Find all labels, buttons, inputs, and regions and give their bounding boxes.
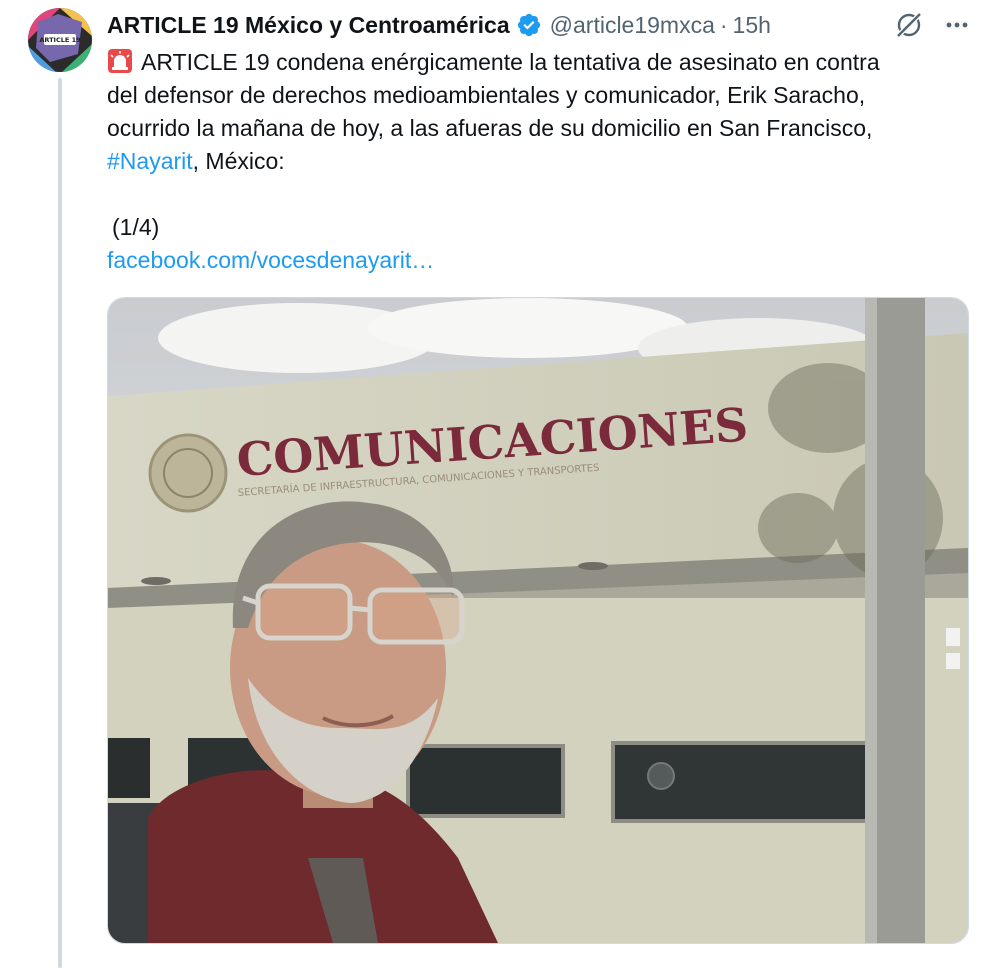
post-text-line-4: , México:: [192, 148, 285, 174]
post-text-line-1: ARTICLE 19 condena enérgicamente la tent…: [141, 49, 880, 75]
tweet-actions: [894, 10, 970, 40]
tweet[interactable]: ARTICLE 19 ARTICLE 19 México y Centroamé…: [0, 0, 1000, 968]
rotating-light-icon: [108, 49, 132, 73]
photo-selfie: COMUNICACIONES SECRETARÍA DE INFRAESTRUC…: [108, 298, 968, 943]
verified-badge-icon: [517, 13, 540, 37]
thread-line: [58, 78, 62, 968]
tweet-header: ARTICLE 19 México y Centroamérica @artic…: [107, 10, 987, 40]
avatar-label: ARTICLE 19: [39, 36, 81, 44]
author-handle[interactable]: @article19mxca: [550, 12, 715, 39]
avatar[interactable]: ARTICLE 19: [28, 8, 92, 72]
text-line-1: ARTICLE 19 condena enérgicamente la tent…: [107, 46, 977, 79]
tweet-text: ARTICLE 19 condena enérgicamente la tent…: [107, 46, 977, 277]
thread-counter: (1/4): [112, 214, 160, 240]
timestamp[interactable]: 15h: [733, 12, 771, 39]
post-text-line-2: del defensor de derechos medioambientale…: [107, 82, 866, 108]
grok-icon[interactable]: [894, 10, 924, 40]
media-photo[interactable]: COMUNICACIONES SECRETARÍA DE INFRAESTRUC…: [107, 297, 969, 944]
external-link[interactable]: facebook.com/vocesdenayarit…: [107, 244, 977, 277]
hashtag-nayarit[interactable]: #Nayarit: [107, 148, 193, 174]
author-name[interactable]: ARTICLE 19 México y Centroamérica: [107, 12, 510, 39]
text-line-4: #Nayarit, México:: [107, 145, 977, 178]
post-text-line-3: ocurrido la mañana de hoy, a las afueras…: [107, 115, 873, 141]
more-icon[interactable]: [944, 12, 970, 38]
separator: ·: [719, 11, 728, 38]
